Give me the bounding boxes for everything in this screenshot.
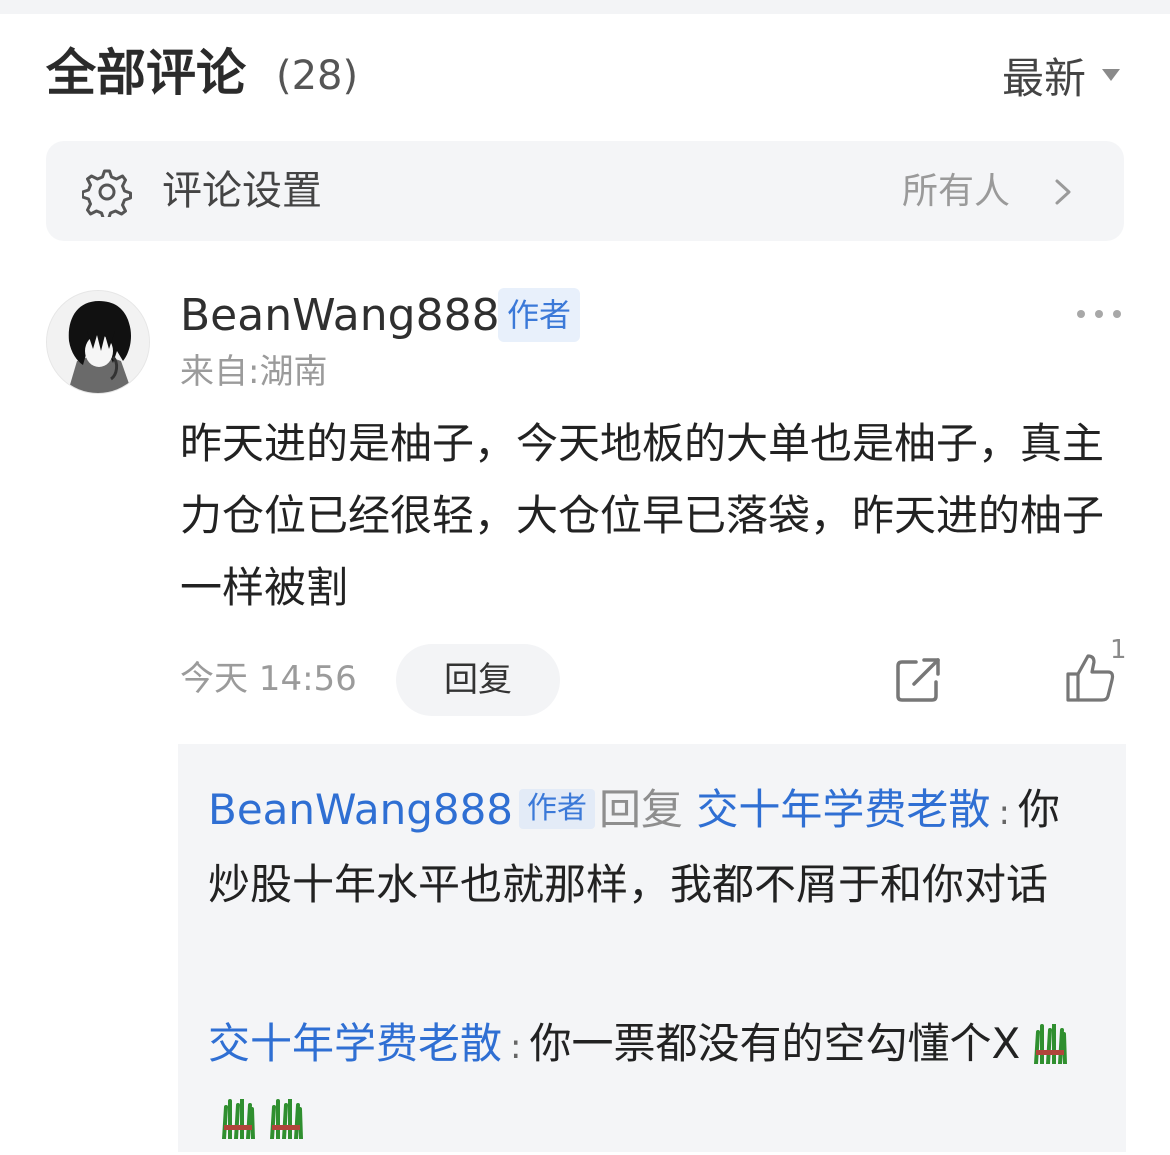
share-icon[interactable] — [894, 656, 942, 704]
avatar[interactable] — [46, 290, 150, 394]
comments-header: 全部评论 (28) 最新 — [46, 40, 1126, 110]
reply-author[interactable]: 交十年学费老散 — [208, 1019, 502, 1068]
replies-panel: BeanWang888 作者 回复 交十年学费老散: 你炒股十年水平也就那样，我都不屑… — [178, 744, 1126, 1152]
comments-title: 全部评论 — [46, 44, 246, 102]
comment-location: 来自:湖南 — [180, 352, 328, 392]
chevron-right-icon — [1055, 179, 1071, 205]
comment-settings-value: 所有人 — [901, 171, 1010, 212]
author-badge: 作者 — [519, 789, 596, 829]
gear-icon — [82, 169, 132, 217]
comment-username[interactable]: BeanWang888 — [180, 288, 500, 344]
grass-emoji-icon — [1034, 1024, 1068, 1064]
reply-item: 交十年学费老散: 你一票都没有的空勾懂个X — [208, 1008, 1088, 1155]
grass-emoji-icon — [222, 1099, 255, 1139]
sort-label: 最新 — [1001, 53, 1086, 103]
reply-colon: : — [510, 1027, 522, 1067]
sort-dropdown[interactable]: 最新 — [1002, 46, 1120, 104]
avatar-image — [47, 291, 149, 393]
reply-word: 回复 — [599, 785, 684, 834]
author-badge: 作者 — [498, 288, 580, 342]
comment-time: 今天 14:56 — [180, 659, 357, 699]
top-strip — [0, 0, 1170, 14]
caret-down-icon — [1102, 69, 1120, 81]
thumbs-up-icon[interactable] — [1064, 652, 1116, 704]
reply-text: 你一票都没有的空勾懂个X — [529, 1019, 1021, 1068]
comments-count: (28) — [276, 53, 359, 99]
reply-button[interactable]: 回复 — [396, 644, 560, 716]
more-dots-icon[interactable] — [1076, 308, 1122, 320]
comment-settings-label: 评论设置 — [162, 168, 322, 214]
comment-settings-row[interactable]: 评论设置 所有人 — [46, 141, 1124, 241]
reply-item: BeanWang888 作者 回复 交十年学费老散: 你炒股十年水平也就那样，我都不屑… — [208, 774, 1088, 921]
comment-text: 昨天进的是柚子，今天地板的大单也是柚子，真主力仓位已经很轻，大仓位早已落袋，昨天… — [180, 419, 1105, 612]
reply-colon: : — [998, 793, 1010, 833]
grass-emoji-icon — [270, 1099, 303, 1139]
reply-author[interactable]: BeanWang888 — [208, 785, 513, 834]
like-count: 1 — [1110, 635, 1127, 665]
reply-target[interactable]: 交十年学费老散 — [696, 785, 990, 834]
